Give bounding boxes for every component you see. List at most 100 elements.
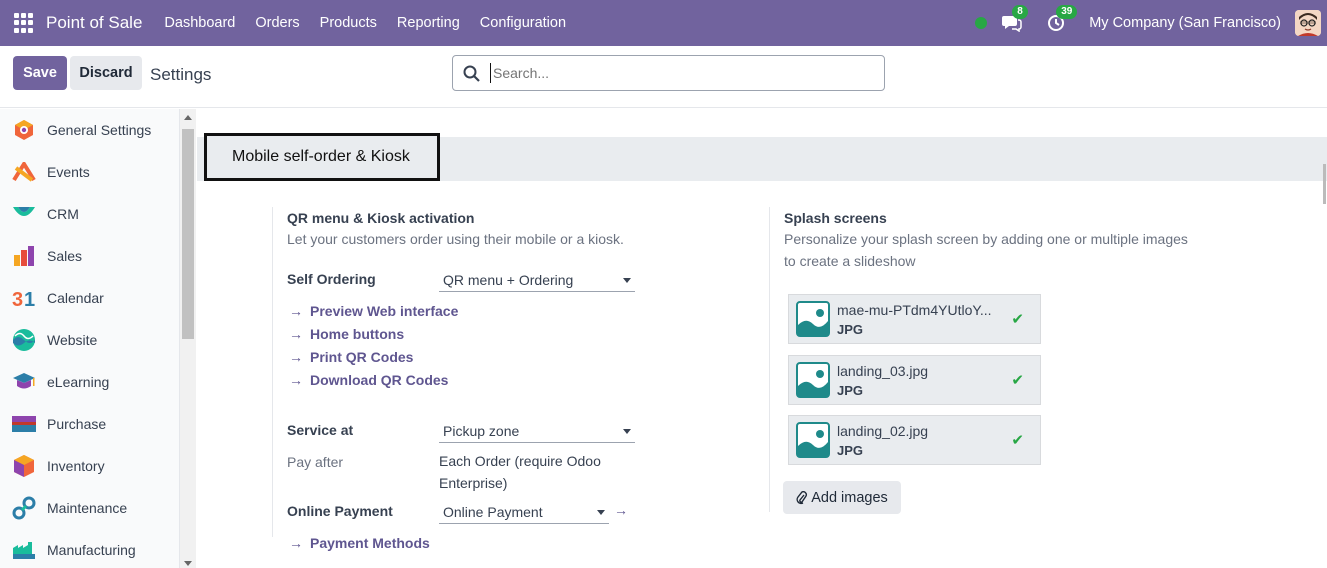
service-at-value: Pickup zone <box>443 422 520 439</box>
pay-after-value: Each Order (require Odoo Enterprise) <box>439 450 601 494</box>
messages-button[interactable]: 8 <box>1001 5 1028 34</box>
image-file-name: landing_02.jpg <box>837 422 929 439</box>
app-brand[interactable]: Point of Sale <box>46 13 142 33</box>
pay-after-line-1: Each Order (require Odoo <box>439 453 601 469</box>
manufacturing-icon <box>12 538 36 562</box>
inventory-icon <box>12 454 36 478</box>
sidebar-item-events[interactable]: Events <box>0 151 180 193</box>
sidebar-item-inventory[interactable]: Inventory <box>0 445 180 487</box>
company-switcher[interactable]: My Company (San Francisco) <box>1089 15 1281 31</box>
check-icon: ✔ <box>1011 372 1024 389</box>
online-payment-select[interactable]: Online Payment <box>439 500 609 524</box>
nav-products[interactable]: Products <box>320 15 377 31</box>
image-file-name: landing_03.jpg <box>837 362 929 379</box>
user-avatar-icon <box>1295 10 1321 36</box>
nav-reporting[interactable]: Reporting <box>397 15 460 31</box>
online-payment-value: Online Payment <box>443 503 543 520</box>
image-file-name: mae-mu-PTdm4YUtloY... <box>837 301 992 318</box>
svg-text:3: 3 <box>12 289 23 309</box>
sidebar-item-website[interactable]: Website <box>0 319 180 361</box>
search-box[interactable] <box>452 55 885 91</box>
chevron-down-icon <box>597 510 605 515</box>
sidebar-item-label: Sales <box>47 248 83 264</box>
qr-setting-description: Let your customers order using their mob… <box>287 231 624 247</box>
payment-methods-link[interactable]: → Payment Methods <box>289 535 430 551</box>
sidebar-item-label: Purchase <box>47 416 107 432</box>
self-ordering-value: QR menu + Ordering <box>443 271 574 288</box>
content-scrollbar[interactable] <box>1323 164 1326 204</box>
arrow-right-icon: → <box>289 326 303 342</box>
sidebar-item-maintenance[interactable]: Maintenance <box>0 487 180 529</box>
section-title: Mobile self-order & Kiosk <box>204 133 440 181</box>
sidebar-item-label: Inventory <box>47 458 105 474</box>
image-file-icon <box>796 362 830 398</box>
search-icon <box>463 65 480 82</box>
chevron-down-icon <box>623 429 631 434</box>
website-icon <box>12 328 36 352</box>
service-at-select[interactable]: Pickup zone <box>439 419 635 443</box>
image-file-icon <box>796 301 830 337</box>
link-label: Preview Web interface <box>310 303 459 319</box>
print-qr-codes-link[interactable]: → Print QR Codes <box>289 349 413 365</box>
sidebar-item-purchase[interactable]: Purchase <box>0 403 180 445</box>
sidebar-item-label: Events <box>47 164 90 180</box>
pay-after-line-2: Enterprise) <box>439 475 508 491</box>
nav-configuration[interactable]: Configuration <box>480 15 566 31</box>
sidebar-item-label: eLearning <box>47 374 110 390</box>
online-payment-open-button[interactable]: → <box>614 502 628 518</box>
sidebar-item-manufacturing[interactable]: Manufacturing <box>0 529 180 568</box>
sidebar-item-label: Website <box>47 332 98 348</box>
sidebar-item-general-settings[interactable]: General Settings <box>0 109 180 151</box>
home-buttons-link[interactable]: → Home buttons <box>289 326 404 342</box>
download-qr-codes-link[interactable]: → Download QR Codes <box>289 372 448 388</box>
calendar-icon: 31 <box>12 286 36 310</box>
preview-web-interface-link[interactable]: → Preview Web interface <box>289 303 458 319</box>
page-title: Settings <box>150 65 212 84</box>
image-file-type: JPG <box>837 321 864 337</box>
arrow-right-icon: → <box>614 502 628 518</box>
sidebar-scrollbar[interactable] <box>180 109 196 568</box>
user-avatar[interactable] <box>1295 10 1321 36</box>
splash-screens-setting: Splash screens Personalize your splash s… <box>769 207 1249 514</box>
sidebar-item-elearning[interactable]: eLearning <box>0 361 180 403</box>
presence-status-dot <box>975 17 988 29</box>
splash-image-card[interactable]: landing_02.jpg JPG ✔ <box>788 415 1041 465</box>
link-label: Download QR Codes <box>310 372 449 388</box>
sidebar-item-label: Manufacturing <box>47 542 136 558</box>
arrow-right-icon: → <box>289 372 303 388</box>
qr-kiosk-setting: QR menu & Kiosk activation Let your cust… <box>272 207 752 551</box>
messages-badge: 8 <box>1012 5 1028 19</box>
purchase-icon <box>12 412 36 436</box>
sidebar-item-sales[interactable]: Sales <box>0 235 180 277</box>
link-label: Payment Methods <box>310 535 430 551</box>
scroll-up-arrow-icon[interactable] <box>184 115 192 120</box>
splash-setting-description: Personalize your splash screen by adding… <box>784 228 1188 272</box>
self-ordering-select[interactable]: QR menu + Ordering <box>439 268 635 292</box>
maintenance-icon <box>12 496 36 520</box>
search-input[interactable] <box>490 63 870 83</box>
nav-orders[interactable]: Orders <box>255 15 299 31</box>
activities-button[interactable]: 39 <box>1045 5 1078 34</box>
splash-image-card[interactable]: landing_03.jpg JPG ✔ <box>788 355 1041 405</box>
chevron-down-icon <box>623 278 631 283</box>
events-icon <box>12 160 36 184</box>
elearning-icon <box>12 370 36 394</box>
splash-image-card[interactable]: mae-mu-PTdm4YUtloY... JPG ✔ <box>788 294 1041 344</box>
general-settings-icon <box>12 118 36 142</box>
link-label: Print QR Codes <box>310 349 414 365</box>
control-panel: Save Discard Settings <box>0 46 1327 108</box>
sidebar-item-crm[interactable]: CRM <box>0 193 180 235</box>
paperclip-icon <box>796 490 808 504</box>
sidebar-item-label: CRM <box>47 206 79 222</box>
arrow-right-icon: → <box>289 303 303 319</box>
save-button[interactable]: Save <box>13 56 67 90</box>
arrow-right-icon: → <box>289 349 303 365</box>
discard-button[interactable]: Discard <box>70 56 142 90</box>
scrollbar-thumb[interactable] <box>182 129 194 339</box>
apps-menu-icon[interactable] <box>14 13 34 33</box>
scroll-down-arrow-icon[interactable] <box>184 561 192 566</box>
nav-dashboard[interactable]: Dashboard <box>164 15 235 31</box>
add-images-button[interactable]: Add images <box>783 481 901 514</box>
sidebar-item-label: Calendar <box>47 290 104 306</box>
sidebar-item-calendar[interactable]: 31 Calendar <box>0 277 180 319</box>
